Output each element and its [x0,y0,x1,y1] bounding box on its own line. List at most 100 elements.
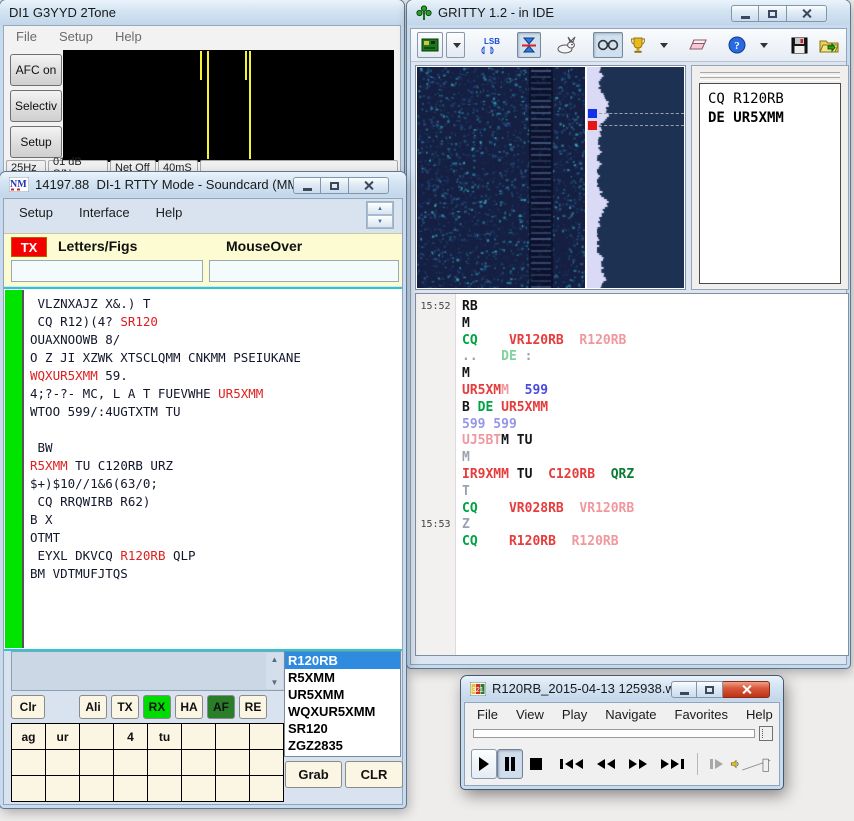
callsign-listbox[interactable]: R120RB R5XMM UR5XMM WQXUR5XMM SR120 ZGZ2835 [284,651,401,757]
callsign-item-zgz2835[interactable]: ZGZ2835 [285,737,400,754]
wav-menu-file[interactable]: File [477,707,498,722]
mmtty-ha-button[interactable]: HA [175,695,203,719]
macro-button-r1c3[interactable] [114,750,147,775]
lsb-mode-button[interactable]: LSB [477,32,505,58]
macro-button-4[interactable]: 4 [114,724,147,749]
macro-button-r1c7[interactable] [250,750,283,775]
seek-track[interactable] [473,729,755,738]
macro-button-r0c5[interactable] [182,724,215,749]
mmtty-ali-button[interactable]: Ali [79,695,107,719]
rx-decode-pane[interactable]: VLZNXAJZ X&.) T CQ R12)(4? SR120 OUAXNOOW… [4,287,402,651]
mmtty-af-button[interactable]: AF [207,695,235,719]
mmtty-clr-button[interactable]: Clr [11,695,45,719]
wav-menu-help[interactable]: Help [746,707,773,722]
mark-frequency-marker[interactable] [588,109,597,118]
awards-dropdown[interactable] [653,32,672,58]
macro-button-r0c2[interactable] [80,724,113,749]
letters-figs-field[interactable] [11,260,203,282]
macro-button-r2c6[interactable] [216,776,249,801]
2tone-menu-file[interactable]: File [16,29,37,44]
mmtty-menu-setup[interactable]: Setup [19,205,53,220]
close-button[interactable] [723,681,770,698]
close-button[interactable] [349,177,389,194]
2tone-spectrum-display[interactable] [63,50,394,162]
macro-button-r1c0[interactable] [12,750,45,775]
fast-forward-button[interactable] [622,750,654,778]
macro-button-r2c1[interactable] [46,776,79,801]
splitter-grip[interactable] [700,77,840,80]
macro-button-tu[interactable]: tu [148,724,181,749]
clr-button[interactable]: CLR [345,761,403,788]
help-button[interactable]: ? [724,32,750,58]
2tone-afc-on-button[interactable]: AFC on [10,54,62,86]
wav-menu-favorites[interactable]: Favorites [675,707,728,722]
squelch-button[interactable] [517,32,541,58]
mmtty-rx-button[interactable]: RX [143,695,171,719]
callsign-item-r120rb[interactable]: R120RB [285,652,400,669]
close-button[interactable] [787,5,827,22]
speed-button[interactable] [553,32,581,58]
speaker-icon[interactable] [730,755,741,773]
macro-button-r1c6[interactable] [216,750,249,775]
maximize-button[interactable] [321,177,349,194]
step-button[interactable] [703,750,730,778]
help-dropdown[interactable] [753,32,772,58]
macro-button-r0c7[interactable] [250,724,283,749]
space-frequency-marker[interactable] [588,121,597,130]
seek-handle[interactable] [759,726,773,741]
macro-button-r2c5[interactable] [182,776,215,801]
callsign-item-wqxur5xmm[interactable]: WQXUR5XMM [285,703,400,720]
maximize-button[interactable] [759,5,787,22]
spin-down-button[interactable]: ▼ [367,215,393,228]
macro-button-r1c1[interactable] [46,750,79,775]
2tone-titlebar[interactable]: DI1 G3YYD 2Tone [0,0,404,25]
macro-button-r1c2[interactable] [80,750,113,775]
minimize-button[interactable] [671,681,697,698]
clear-button[interactable] [684,32,712,58]
tx-indicator[interactable]: TX [11,237,47,257]
gritty-waterfall-panel[interactable] [415,65,686,290]
macro-button-r0c6[interactable] [216,724,249,749]
grab-button[interactable]: Grab [285,761,342,788]
scroll-down-button[interactable]: ▼ [271,678,279,687]
open-wav-button[interactable] [815,32,843,58]
macro-button-r2c0[interactable] [12,776,45,801]
gritty-decode-area[interactable]: 15:52 RB M CQ VR120RB R120RB.. DE : M UR5XMM … [415,293,849,656]
spin-up-button[interactable]: ▲ [367,202,393,215]
mmtty-menu-help[interactable]: Help [156,205,183,220]
save-button[interactable] [787,32,812,58]
spectrum-display[interactable] [587,67,684,288]
play-button[interactable] [471,749,497,779]
mouseover-field[interactable] [209,260,399,282]
stop-button[interactable] [523,750,549,778]
rewind-button[interactable] [590,750,622,778]
callsign-item-r5xmm[interactable]: R5XMM [285,669,400,686]
macro-button-ur[interactable]: ur [46,724,79,749]
mmtty-re-button[interactable]: RE [239,695,267,719]
waterfall-display[interactable] [417,67,585,288]
macro-button-r2c3[interactable] [114,776,147,801]
view-button[interactable] [593,32,623,58]
tx-edit-pane[interactable]: ▲ ▼ [11,651,285,691]
skip-start-button[interactable] [553,750,590,778]
current-qso-box[interactable]: CQ R120RB DE UR5XMM [699,83,841,284]
awards-button[interactable] [626,32,650,58]
wav-menu-view[interactable]: View [516,707,544,722]
macro-button-r1c5[interactable] [182,750,215,775]
skip-end-button[interactable] [654,750,691,778]
macro-button-r2c2[interactable] [80,776,113,801]
2tone-menu-help[interactable]: Help [115,29,142,44]
macro-button-r2c7[interactable] [250,776,283,801]
squelch-level-bar[interactable] [5,290,24,648]
callsign-item-ur5xmm[interactable]: UR5XMM [285,686,400,703]
callsign-item-sr120[interactable]: SR120 [285,720,400,737]
macro-button-ag[interactable]: ag [12,724,45,749]
minimize-button[interactable] [731,5,759,22]
wav-menu-play[interactable]: Play [562,707,587,722]
scroll-up-button[interactable]: ▲ [271,655,279,664]
2tone-selectiv-button[interactable]: Selectiv [10,90,62,122]
2tone-setup-button[interactable]: Setup [10,126,62,158]
pause-button[interactable] [497,749,523,779]
mmtty-tx-button[interactable]: TX [111,695,139,719]
volume-slider[interactable] [741,750,773,778]
